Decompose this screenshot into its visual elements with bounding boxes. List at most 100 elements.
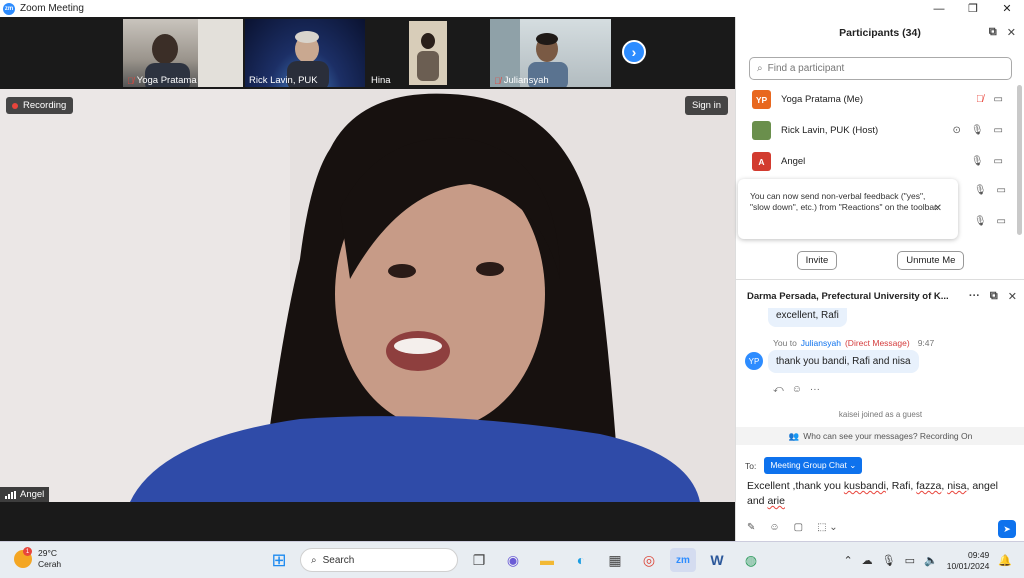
start-icon[interactable]: ⊞ [266,548,292,572]
speaker-name: Angel [20,489,45,500]
participants-title: Participants (34) [839,27,921,39]
store-icon[interactable]: ▦ [602,548,628,572]
window-title: Zoom Meeting [20,3,84,14]
privacy-text: Who can see your messages? Recording On [803,431,973,441]
pop-out-icon[interactable]: ⧉ [989,26,997,39]
temperature: 29°C [38,548,57,558]
network-icon[interactable]: ▭ [905,554,915,567]
host-badge-icon: ⊙ [952,125,961,136]
emoji-icon[interactable]: ☺ [769,522,779,533]
window-controls: — ❐ ✕ [922,0,1024,17]
video-thumbnail[interactable]: 🎙̸ Yoga Pratama [123,19,243,87]
avatar: YP [752,90,771,109]
video-thumbnail[interactable]: Rick Lavin, PUK [245,19,365,87]
more-icon[interactable]: ··· [810,384,820,395]
video-off-icon[interactable]: ▭ [997,185,1006,196]
chat-message-bubble: excellent, Rafi [768,308,847,327]
system-tray: ⌃ ☁ 🎙 ▭ 🔈 09:49 10/01/2024 🔔 [843,542,1024,578]
participant-row[interactable]: A Angel 🎙 ▭ [736,146,1021,177]
globe-app-icon[interactable]: ◍ [738,548,764,572]
search-icon: ⌕ [311,554,317,566]
taskbar-apps: ⊞ ⌕ Search ❐ ◉ ▬ ◐ ▦ ◎ zm W ◍ [266,548,764,572]
avatar: A [752,152,771,171]
mic-icon[interactable]: 🎙 [974,216,987,227]
participant-row[interactable]: Rick Lavin, PUK (Host) ⊙ 🎙 ▭ [736,115,1021,146]
time: 09:49 [968,549,990,560]
system-message: kaisei joined as a guest [838,410,923,419]
thumbnail-name: Yoga Pratama [136,75,197,86]
direct-message-tag: (Direct Message) [844,338,910,348]
minimize-button[interactable]: — [922,0,956,17]
avatar: YP [745,352,763,370]
message-sender: You to [773,338,797,348]
mic-icon[interactable]: 🎙 [971,125,984,136]
people-icon: 👥 [788,430,800,441]
cloud-sync-icon[interactable]: ☁ [862,554,873,567]
video-thumbnail[interactable]: 🎙̸ Juliansyah [490,19,611,87]
video-thumbnail[interactable]: Hina [367,19,487,87]
format-icon[interactable]: ✎ [747,522,755,533]
speaker-video-image [0,89,735,502]
teams-chat-icon[interactable]: ◉ [500,548,526,572]
edge-browser-icon[interactable]: ◐ [568,548,594,572]
mic-icon[interactable]: 🎙 [882,554,896,567]
mic-icon[interactable]: 🎙 [974,185,987,196]
volume-icon[interactable]: 🔈 [924,554,938,567]
chat-message-bubble: thank you bandi, Rafi and nisa [768,350,919,373]
message-time: 9:47 [917,338,935,348]
close-window-button[interactable]: ✕ [990,0,1024,17]
word-icon[interactable]: W [704,548,730,572]
message-meta: You to Juliansyah (Direct Message) 9:47 [773,338,934,348]
thumbnail-name: Juliansyah [503,75,549,86]
search-icon: ⌕ [757,63,763,74]
mic-icon[interactable]: 🎙 [971,156,984,167]
invite-button[interactable]: Invite [796,251,838,270]
search-label: Search [322,554,355,566]
notification-bell-icon[interactable]: 🔔 [998,554,1012,567]
message-recipient[interactable]: Juliansyah [801,338,841,348]
title-bar: zm Zoom Meeting — ❐ ✕ [0,0,1024,17]
video-off-icon[interactable]: ▭ [997,216,1006,227]
weather-sun-icon: 1 [14,547,32,568]
chrome-icon[interactable]: ◎ [636,548,662,572]
chat-compose-input[interactable]: Excellent ,thank you kusbandi, Rafi, faz… [747,479,1015,509]
file-explorer-icon[interactable]: ▬ [534,548,560,572]
task-view-icon[interactable]: ❐ [466,548,492,572]
emoji-reaction-icon[interactable]: ☺ [792,384,802,395]
more-icon[interactable]: ··· [969,290,980,303]
send-icon: ➤ [1003,523,1011,534]
pop-out-icon[interactable]: ⧉ [990,290,998,303]
zoom-logo-icon: zm [3,2,15,15]
weather-widget[interactable]: 1 29°C Cerah [14,547,61,570]
zoom-app-icon[interactable]: zm [670,548,696,572]
restore-button[interactable]: ❐ [956,0,990,17]
reply-icon[interactable]: ⤺ [773,384,784,395]
sign-in-button[interactable]: Sign in [684,96,728,115]
taskbar-search[interactable]: ⌕ Search [300,548,458,572]
side-panel: Participants (34) ⧉ ✕ ⌕ Find a participa… [735,17,1024,541]
video-off-icon[interactable]: ▭ [994,156,1003,167]
video-off-icon[interactable]: ▭ [994,125,1003,136]
close-icon[interactable]: ✕ [1008,290,1017,303]
screenshot-icon[interactable]: ⬚ ⌄ [817,522,838,533]
participant-scrollbar[interactable] [1017,85,1022,235]
mic-muted-icon[interactable]: 🎙̸ [976,94,984,105]
send-button[interactable]: ➤ [998,520,1016,538]
close-icon[interactable]: ✕ [1007,26,1016,39]
participant-list: YP Yoga Pratama (Me) 🎙̸ ▭ Rick Lavin, PU… [736,84,1021,177]
participant-search-input[interactable]: ⌕ Find a participant [749,57,1012,80]
thumbnail-name: Hina [371,75,391,86]
clock[interactable]: 09:49 10/01/2024 [947,550,990,572]
next-page-button[interactable]: › [622,40,646,64]
file-icon[interactable]: ▢ [794,522,803,533]
unmute-me-button[interactable]: Unmute Me [897,251,965,270]
reactions-tooltip: You can now send non-verbal feedback ("y… [738,179,958,239]
close-icon[interactable]: ✕ [934,203,942,214]
participant-row[interactable]: YP Yoga Pratama (Me) 🎙̸ ▭ [736,84,1021,115]
recording-badge[interactable]: Recording [6,97,74,114]
chat-panel: Darma Persada, Prefectural University of… [736,279,1024,541]
chevron-up-icon[interactable]: ⌃ [843,554,852,567]
recipient-dropdown[interactable]: Meeting Group Chat ⌄ [764,457,863,474]
video-off-icon[interactable]: ▭ [994,94,1003,105]
privacy-notice[interactable]: 👥 Who can see your messages? Recording O… [736,427,1024,445]
